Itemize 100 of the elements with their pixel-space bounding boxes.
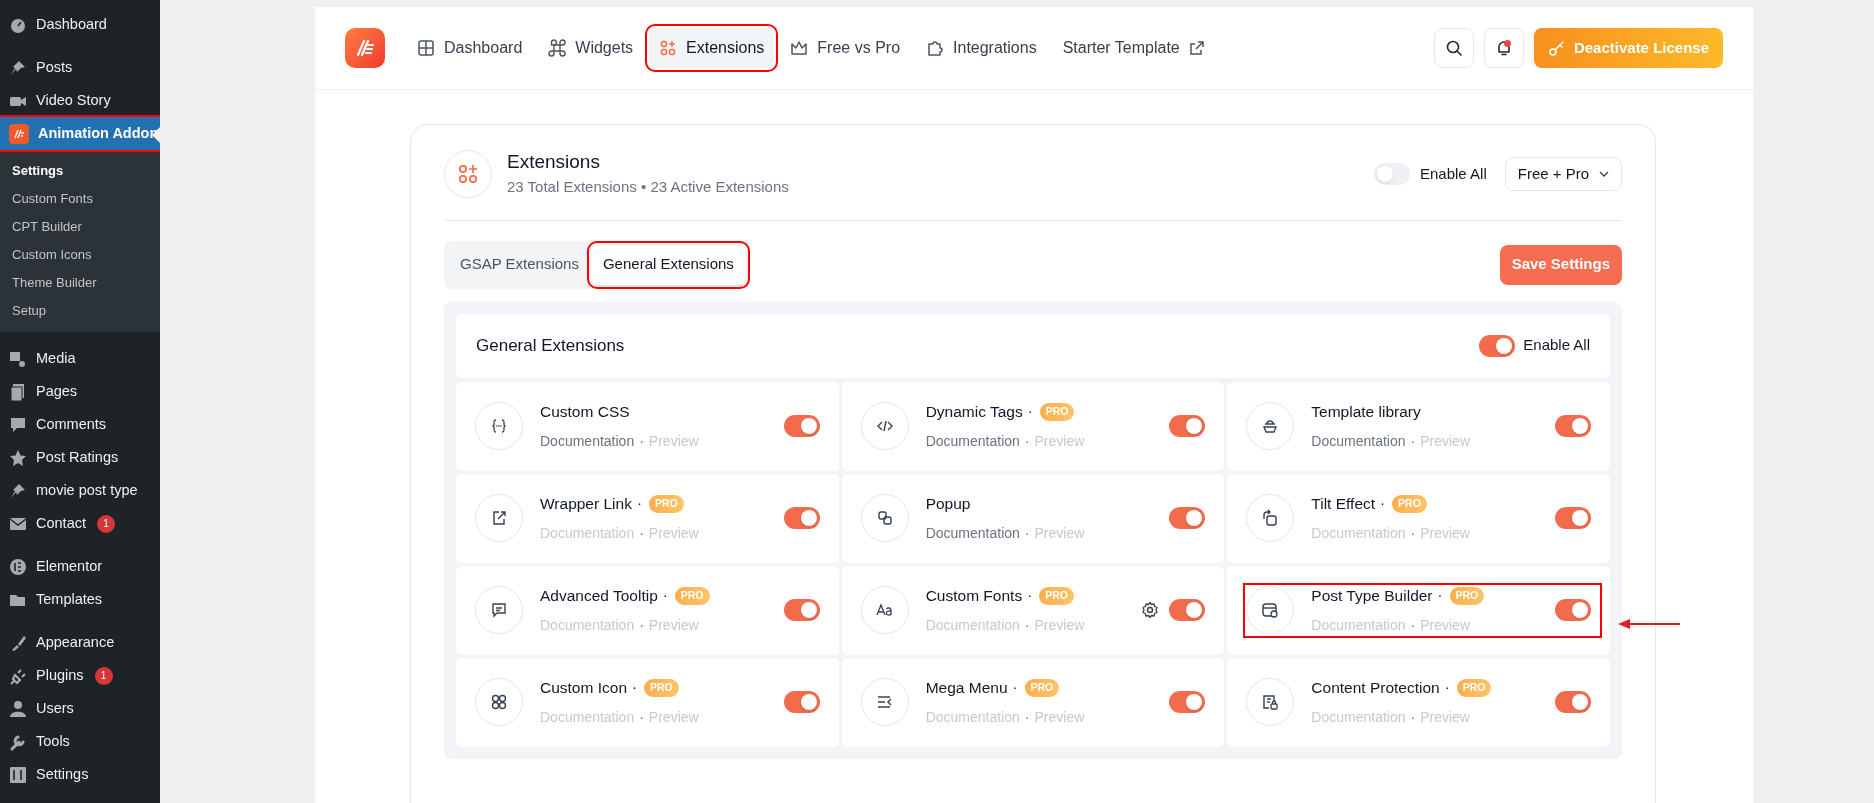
count-badge: 1: [94, 666, 113, 685]
toggle-switch[interactable]: [1555, 507, 1591, 529]
separator-dot: ·: [1024, 524, 1030, 544]
sliders-icon: [9, 765, 27, 784]
pro-badge: PRO: [1449, 586, 1485, 605]
extensions-title: Extensions: [507, 150, 601, 174]
logo-icon: [9, 123, 29, 144]
pro-badge: PRO: [644, 678, 679, 697]
submenu-item[interactable]: Theme Builder: [0, 269, 160, 297]
grid-icon: [417, 39, 435, 57]
toggle-switch[interactable]: [1374, 163, 1410, 186]
separator-dot: ·: [1444, 677, 1450, 698]
submenu-item[interactable]: Custom Fonts: [0, 185, 160, 213]
separator-dot: ·: [1380, 493, 1386, 514]
extension-name: Tilt Effect: [1311, 493, 1376, 514]
submenu-item[interactable]: CPT Builder: [0, 213, 160, 241]
pointer-arrow: [1618, 618, 1682, 630]
pro-badge: PRO: [1024, 678, 1060, 697]
documentation-link[interactable]: Documentation: [925, 431, 1020, 453]
pro-badge: PRO: [1039, 586, 1074, 605]
e-circle-icon: [9, 557, 27, 576]
sidebar-item[interactable]: Elementor: [0, 550, 160, 583]
nav-tab[interactable]: Widgets: [538, 28, 644, 68]
count-badge: 1: [97, 514, 115, 533]
separator-dot: ·: [1024, 616, 1030, 636]
toggle-switch[interactable]: [1555, 415, 1591, 437]
nav-tab[interactable]: Starter Template: [1052, 28, 1215, 68]
sub-tab[interactable]: GSAP Extensions: [448, 244, 591, 285]
sidebar-item[interactable]: Templates: [0, 583, 160, 616]
separator-dot: ·: [632, 677, 637, 698]
notification-button[interactable]: [1483, 28, 1524, 68]
external-link-icon: [1188, 40, 1205, 56]
separator-dot: ·: [1437, 585, 1443, 606]
nav-tab[interactable]: Dashboard: [407, 28, 533, 68]
sidebar-item[interactable]: Plugins 1: [0, 659, 160, 692]
sidebar-item[interactable]: Comments: [0, 408, 160, 441]
separator-dot: ·: [1410, 616, 1416, 636]
sidebar-item[interactable]: Post Ratings: [0, 441, 160, 474]
extension-name: Post Type Builder: [1311, 585, 1433, 606]
sidebar-item[interactable]: Media: [0, 342, 160, 375]
puzzle-icon: [926, 39, 945, 57]
search-button[interactable]: [1433, 28, 1474, 68]
pages-icon: [9, 382, 27, 401]
logo-icon: [345, 28, 385, 68]
key-icon: [1547, 39, 1566, 57]
sidebar-item[interactable]: Video Story: [0, 84, 160, 117]
nav-tab[interactable]: Integrations: [916, 28, 1047, 68]
sidebar-item[interactable]: Users: [0, 692, 160, 725]
sidebar-item[interactable]: Dashboard: [0, 8, 160, 41]
user-icon: [9, 699, 27, 718]
separator-dot: ·: [639, 616, 644, 636]
separator-dot: ·: [636, 493, 642, 514]
separator-dot: ·: [1410, 432, 1416, 452]
toggle-switch[interactable]: [783, 507, 820, 529]
toggle-switch[interactable]: [1169, 691, 1206, 713]
documentation-link[interactable]: Documentation: [540, 431, 635, 453]
extension-name: Dynamic Tags: [925, 401, 1023, 422]
extension-name: Template library: [1311, 401, 1421, 422]
sidebar-item[interactable]: Appearance: [0, 626, 160, 659]
separator-dot: ·: [1012, 677, 1018, 698]
separator-dot: ·: [1027, 585, 1033, 606]
filter-value: Free + Pro: [1517, 164, 1589, 184]
section-title: General Extensions: [476, 334, 625, 357]
sidebar-item[interactable]: Tools: [0, 725, 160, 758]
documentation-link[interactable]: Documentation: [925, 523, 1020, 545]
sidebar-item[interactable]: Posts: [0, 51, 160, 84]
extension-name: Mega Menu: [925, 677, 1008, 698]
filter-dropdown[interactable]: Free + Pro: [1504, 157, 1622, 192]
pro-badge: PRO: [648, 494, 684, 513]
toggle-switch[interactable]: [783, 691, 820, 713]
toggle-switch[interactable]: [1555, 599, 1591, 621]
toggle-switch[interactable]: [1169, 507, 1206, 529]
star-icon: [9, 448, 27, 467]
sidebar-item[interactable]: Settings: [0, 758, 160, 791]
pro-badge: PRO: [1392, 494, 1427, 513]
sidebar-item[interactable]: Contact 1: [0, 507, 160, 540]
toggle-switch[interactable]: [1479, 334, 1516, 357]
toggle-switch[interactable]: [1169, 599, 1206, 621]
separator-dot: ·: [1410, 524, 1416, 544]
nav-tab[interactable]: Free vs Pro: [780, 28, 911, 68]
settings-icon[interactable]: [1141, 601, 1160, 619]
separator-dot: ·: [639, 432, 644, 452]
submenu-item[interactable]: Setup: [0, 297, 160, 325]
extension-name: Wrapper Link: [540, 493, 632, 514]
extension-name: Custom CSS: [540, 401, 630, 422]
sidebar-item[interactable]: movie post type: [0, 474, 160, 507]
crown-icon: [790, 39, 809, 57]
pro-badge: PRO: [1039, 402, 1075, 421]
sidebar-item[interactable]: Pages: [0, 375, 160, 408]
toggle-switch[interactable]: [1555, 691, 1591, 713]
submenu-item[interactable]: Custom Icons: [0, 241, 160, 269]
enable-all-label: Enable All: [1523, 335, 1590, 356]
documentation-link[interactable]: Documentation: [1311, 431, 1406, 453]
chevron-down-icon: [1599, 171, 1609, 178]
extension-name: Custom Fonts: [925, 585, 1023, 606]
toggle-switch[interactable]: [783, 599, 820, 621]
separator-dot: ·: [1027, 401, 1033, 422]
submenu-item[interactable]: Settings: [0, 157, 160, 185]
toggle-switch[interactable]: [783, 415, 820, 437]
toggle-switch[interactable]: [1169, 415, 1206, 437]
